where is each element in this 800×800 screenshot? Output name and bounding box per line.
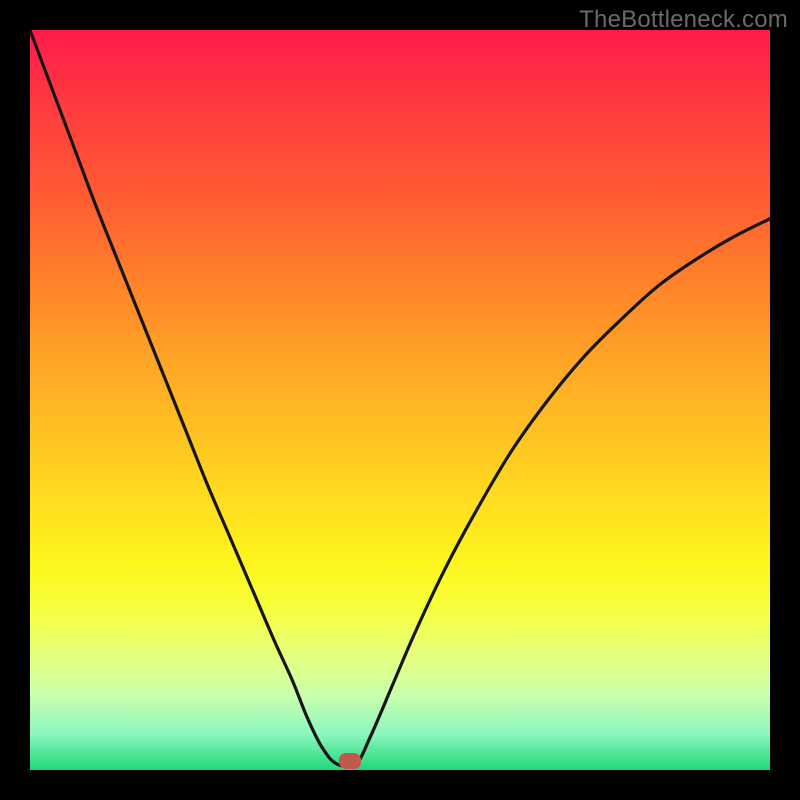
plot-area — [30, 30, 770, 770]
bottleneck-curve — [30, 30, 770, 770]
chart-frame: TheBottleneck.com — [0, 0, 800, 800]
minimum-marker — [339, 753, 361, 769]
